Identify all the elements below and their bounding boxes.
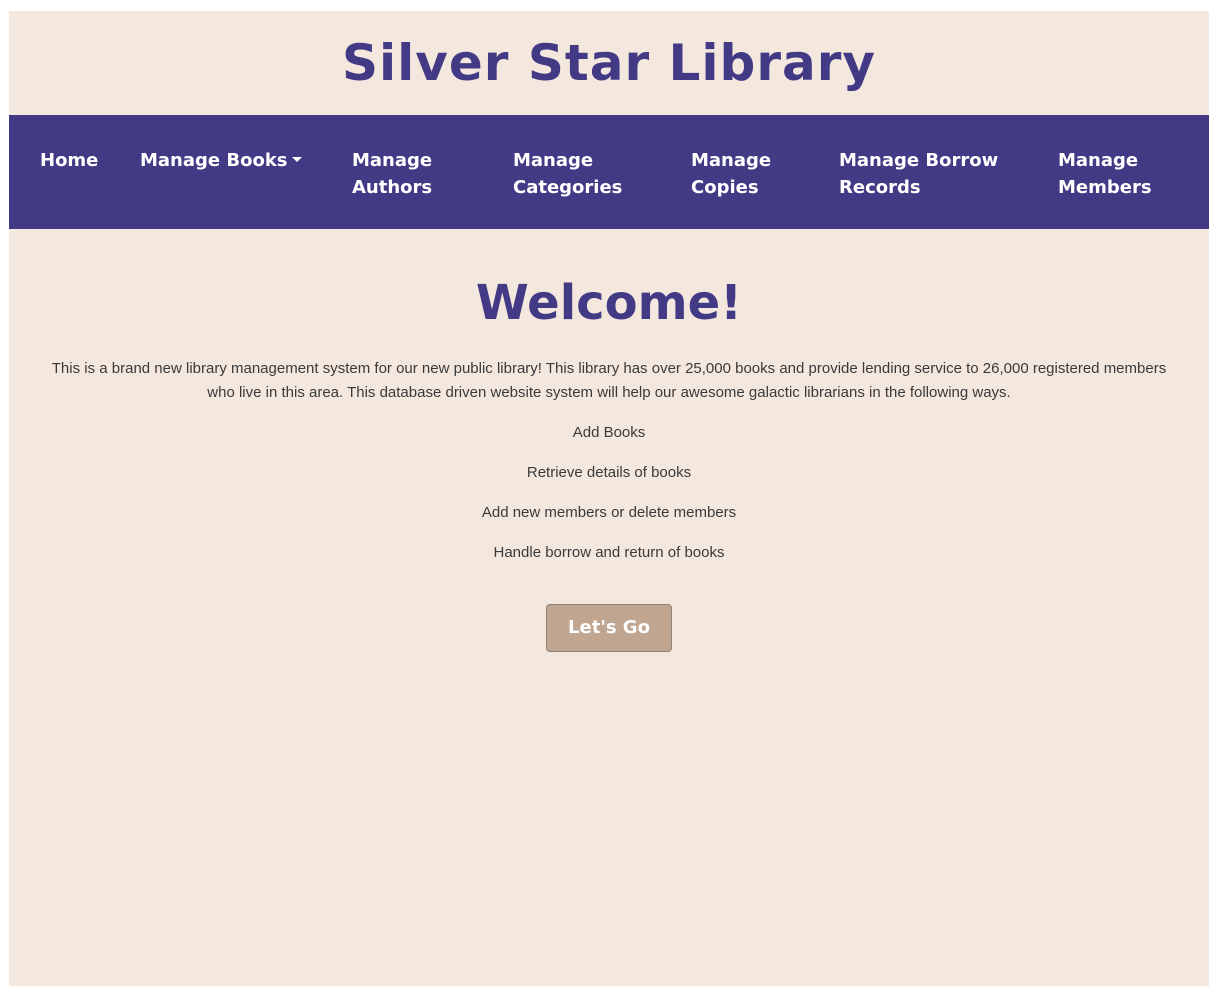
site-header: Silver Star Library — [9, 11, 1209, 115]
nav-manage-copies-label-line1: Manage — [691, 150, 772, 171]
lets-go-button[interactable]: Let's Go — [546, 604, 672, 652]
nav-manage-authors[interactable]: Manage Authors — [352, 147, 432, 201]
welcome-heading: Welcome! — [475, 275, 743, 331]
nav-manage-categories[interactable]: Manage Categories — [513, 147, 622, 201]
intro-paragraph: This is a brand new library management s… — [51, 360, 1167, 401]
nav-manage-members[interactable]: Manage Members — [1058, 147, 1152, 201]
nav-manage-categories-label-line1: Manage — [513, 150, 594, 171]
nav-manage-borrow-records[interactable]: Manage Borrow Records — [839, 147, 998, 201]
nav-manage-books-label: Manage Books — [140, 150, 288, 171]
feature-item: Add new members or delete members — [481, 504, 737, 521]
main-navbar: Home Manage Books Manage Authors Manage … — [9, 115, 1209, 229]
nav-manage-books-dropdown[interactable]: Manage Books — [140, 147, 302, 174]
feature-item: Retrieve details of books — [526, 464, 692, 481]
nav-manage-copies-label-line2: Copies — [691, 177, 759, 198]
nav-manage-categories-label-line2: Categories — [513, 177, 623, 198]
nav-manage-authors-label-line1: Manage — [352, 150, 433, 171]
caret-down-icon — [291, 156, 302, 162]
feature-item: Add Books — [572, 424, 646, 441]
main-content: Welcome! This is a brand new library man… — [9, 229, 1209, 652]
nav-manage-borrow-label-line2: Records — [839, 177, 921, 198]
nav-manage-members-label-line2: Members — [1058, 177, 1152, 198]
site-title: Silver Star Library — [341, 34, 876, 92]
feature-item: Handle borrow and return of books — [493, 544, 725, 561]
nav-manage-copies[interactable]: Manage Copies — [691, 147, 771, 201]
nav-home-label: Home — [40, 150, 99, 171]
nav-manage-borrow-label-line1: Manage Borrow — [839, 150, 999, 171]
nav-manage-members-label-line1: Manage — [1058, 150, 1139, 171]
nav-manage-authors-label-line2: Authors — [352, 177, 433, 198]
page: Silver Star Library Home Manage Books Ma… — [9, 11, 1209, 986]
nav-home[interactable]: Home — [40, 147, 98, 174]
